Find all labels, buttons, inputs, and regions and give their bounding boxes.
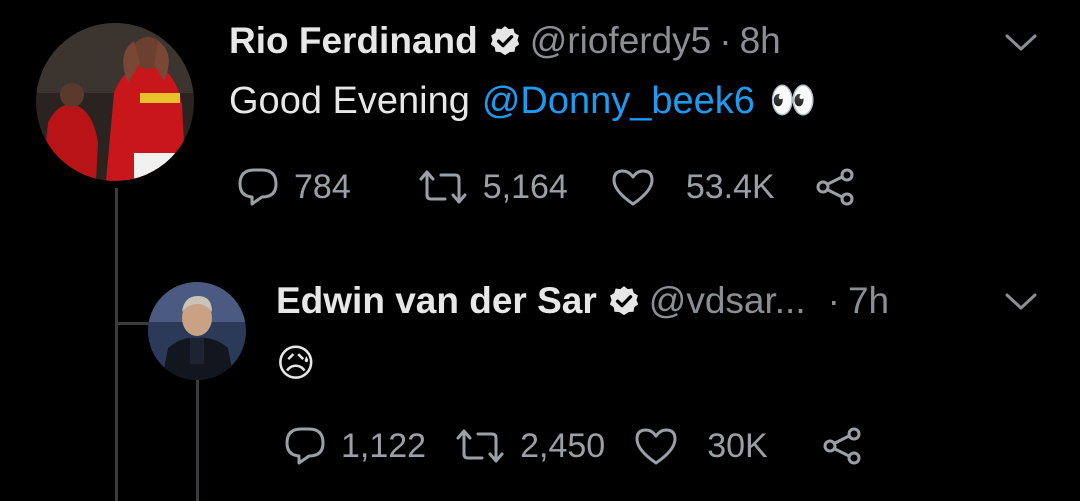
avatar[interactable] <box>148 282 246 380</box>
tweet-actions: 1,122 2,450 30K <box>283 424 864 468</box>
avatar[interactable] <box>36 23 194 181</box>
reply-button[interactable]: 1,122 <box>283 426 426 466</box>
avatar-photo-rio <box>36 23 194 181</box>
timestamp[interactable]: 7h <box>848 280 889 322</box>
share-button[interactable] <box>813 167 857 207</box>
share-button[interactable] <box>820 426 864 466</box>
chevron-down-icon[interactable] <box>1003 289 1039 313</box>
retweet-button[interactable]: 2,450 <box>454 426 605 466</box>
retweet-icon <box>456 429 504 463</box>
thread-line-main <box>115 188 118 501</box>
user-handle[interactable]: @vdsar... <box>649 280 806 322</box>
sad-emoji: 😥 <box>276 342 316 385</box>
retweet-button[interactable]: 5,164 <box>417 167 568 207</box>
retweet-count: 2,450 <box>520 426 606 465</box>
display-name[interactable]: Rio Ferdinand <box>229 20 478 62</box>
verified-badge-icon <box>490 26 519 56</box>
display-name[interactable]: Edwin van der Sar <box>276 280 597 322</box>
thread-line-branch <box>115 322 153 325</box>
verified-badge-icon <box>609 286 638 316</box>
avatar-photo-edwin <box>148 282 246 380</box>
thread-line-reply <box>196 380 199 501</box>
user-handle[interactable]: @rioferdy5 <box>530 20 712 62</box>
reply-icon <box>238 168 278 206</box>
like-count: 30K <box>707 426 768 465</box>
share-icon <box>823 427 861 465</box>
tweet-actions: 784 5,164 53.4K <box>236 165 857 209</box>
tweet-header: Edwin van der Sar @vdsar... · 7h <box>276 278 889 324</box>
reply-count: 1,122 <box>341 426 427 465</box>
separator-dot: · <box>719 20 732 61</box>
tweet-text-content: Good Evening <box>229 79 470 122</box>
reply-icon <box>285 427 325 465</box>
like-count: 53.4K <box>685 167 775 206</box>
retweet-icon <box>419 170 467 204</box>
timestamp[interactable]: 8h <box>740 20 781 62</box>
reply-count: 784 <box>294 167 351 206</box>
tweet-text: Good Evening @Donny_beek6 👀 <box>229 78 816 124</box>
separator-dot: · <box>827 280 840 321</box>
like-button[interactable]: 30K <box>633 426 768 466</box>
tweet-header: Rio Ferdinand @rioferdy5 · 8h <box>229 18 781 64</box>
reply-button[interactable]: 784 <box>236 167 351 207</box>
eyes-emoji: 👀 <box>768 80 817 122</box>
mention-link[interactable]: @Donny_beek6 <box>482 80 755 123</box>
tweet-text: 😥 <box>276 338 316 388</box>
like-icon <box>612 169 654 206</box>
share-icon <box>816 168 854 206</box>
retweet-count: 5,164 <box>482 167 568 206</box>
like-icon <box>635 428 677 465</box>
chevron-down-icon[interactable] <box>1003 30 1039 54</box>
like-button[interactable]: 53.4K <box>610 167 775 207</box>
